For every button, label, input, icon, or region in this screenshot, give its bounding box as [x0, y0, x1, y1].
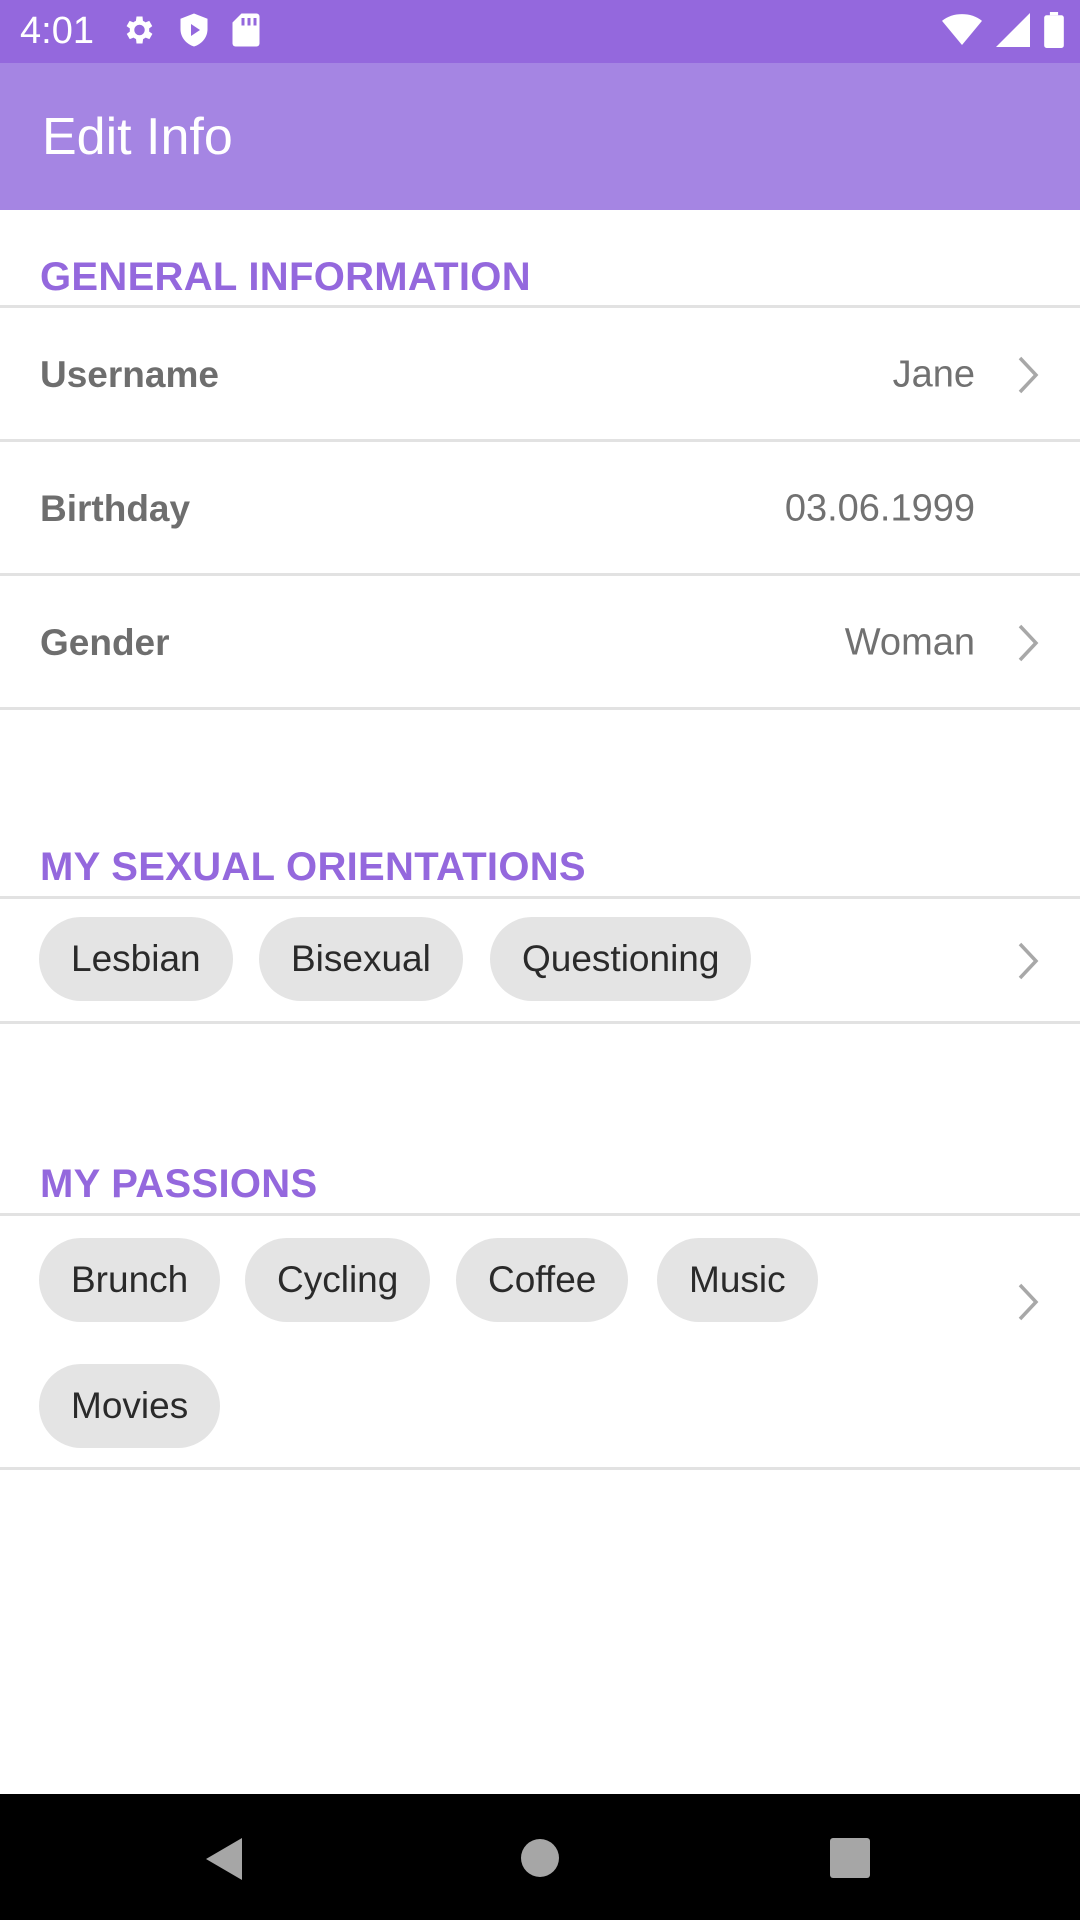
back-icon[interactable] — [204, 1836, 244, 1887]
chevron-right-icon — [1016, 1282, 1040, 1322]
app-bar: Edit Info — [0, 63, 1080, 210]
gender-row[interactable]: Gender Woman — [0, 576, 1080, 709]
section-header-general: GENERAL INFORMATION — [40, 255, 531, 299]
system-nav-bar — [0, 1794, 1080, 1920]
signal-icon — [996, 13, 1030, 47]
edit-info-screen: 4:01 Edit Info GENERAL INFORMATION Usern… — [0, 0, 1080, 1920]
birthday-label: Birthday — [40, 487, 191, 529]
gender-value: Woman — [844, 621, 975, 663]
passion-chip: Coffee — [456, 1238, 629, 1322]
sd-card-icon — [232, 12, 260, 48]
wifi-icon — [942, 13, 982, 47]
status-time: 4:01 — [20, 10, 94, 52]
page-title: Edit Info — [42, 108, 233, 166]
chevron-right-icon — [1016, 355, 1040, 395]
status-bar: 4:01 — [0, 0, 1080, 63]
section-header-orientations: MY SEXUAL ORIENTATIONS — [40, 845, 586, 889]
passions-row[interactable]: Brunch Cycling Coffee Music Movies — [0, 1216, 1080, 1467]
divider — [0, 707, 1080, 710]
home-icon[interactable] — [520, 1838, 560, 1883]
gender-label: Gender — [40, 621, 170, 663]
chevron-right-icon — [1016, 623, 1040, 663]
orientations-row[interactable]: Lesbian Bisexual Questioning — [0, 899, 1080, 1022]
passion-chip: Brunch — [39, 1238, 221, 1322]
battery-icon — [1044, 12, 1064, 48]
orientation-chip: Bisexual — [259, 917, 463, 1001]
recents-icon[interactable] — [830, 1838, 870, 1883]
passion-chip: Cycling — [245, 1238, 431, 1322]
status-icons-left — [120, 12, 260, 48]
divider — [0, 1467, 1080, 1470]
chevron-right-icon — [1016, 941, 1040, 981]
passion-chip: Music — [657, 1238, 818, 1322]
divider — [0, 1021, 1080, 1024]
settings-icon — [120, 12, 156, 48]
orientation-chip: Questioning — [490, 917, 752, 1001]
birthday-row[interactable]: Birthday 03.06.1999 — [0, 442, 1080, 575]
section-header-passions: MY PASSIONS — [40, 1162, 318, 1206]
username-row[interactable]: Username Jane — [0, 308, 1080, 441]
username-value: Jane — [892, 353, 975, 395]
orientation-chip: Lesbian — [39, 917, 233, 1001]
passion-chip: Movies — [39, 1364, 221, 1448]
birthday-value: 03.06.1999 — [784, 487, 975, 529]
status-icons-right — [942, 12, 1064, 48]
username-label: Username — [40, 353, 219, 395]
shield-play-icon — [178, 12, 210, 48]
